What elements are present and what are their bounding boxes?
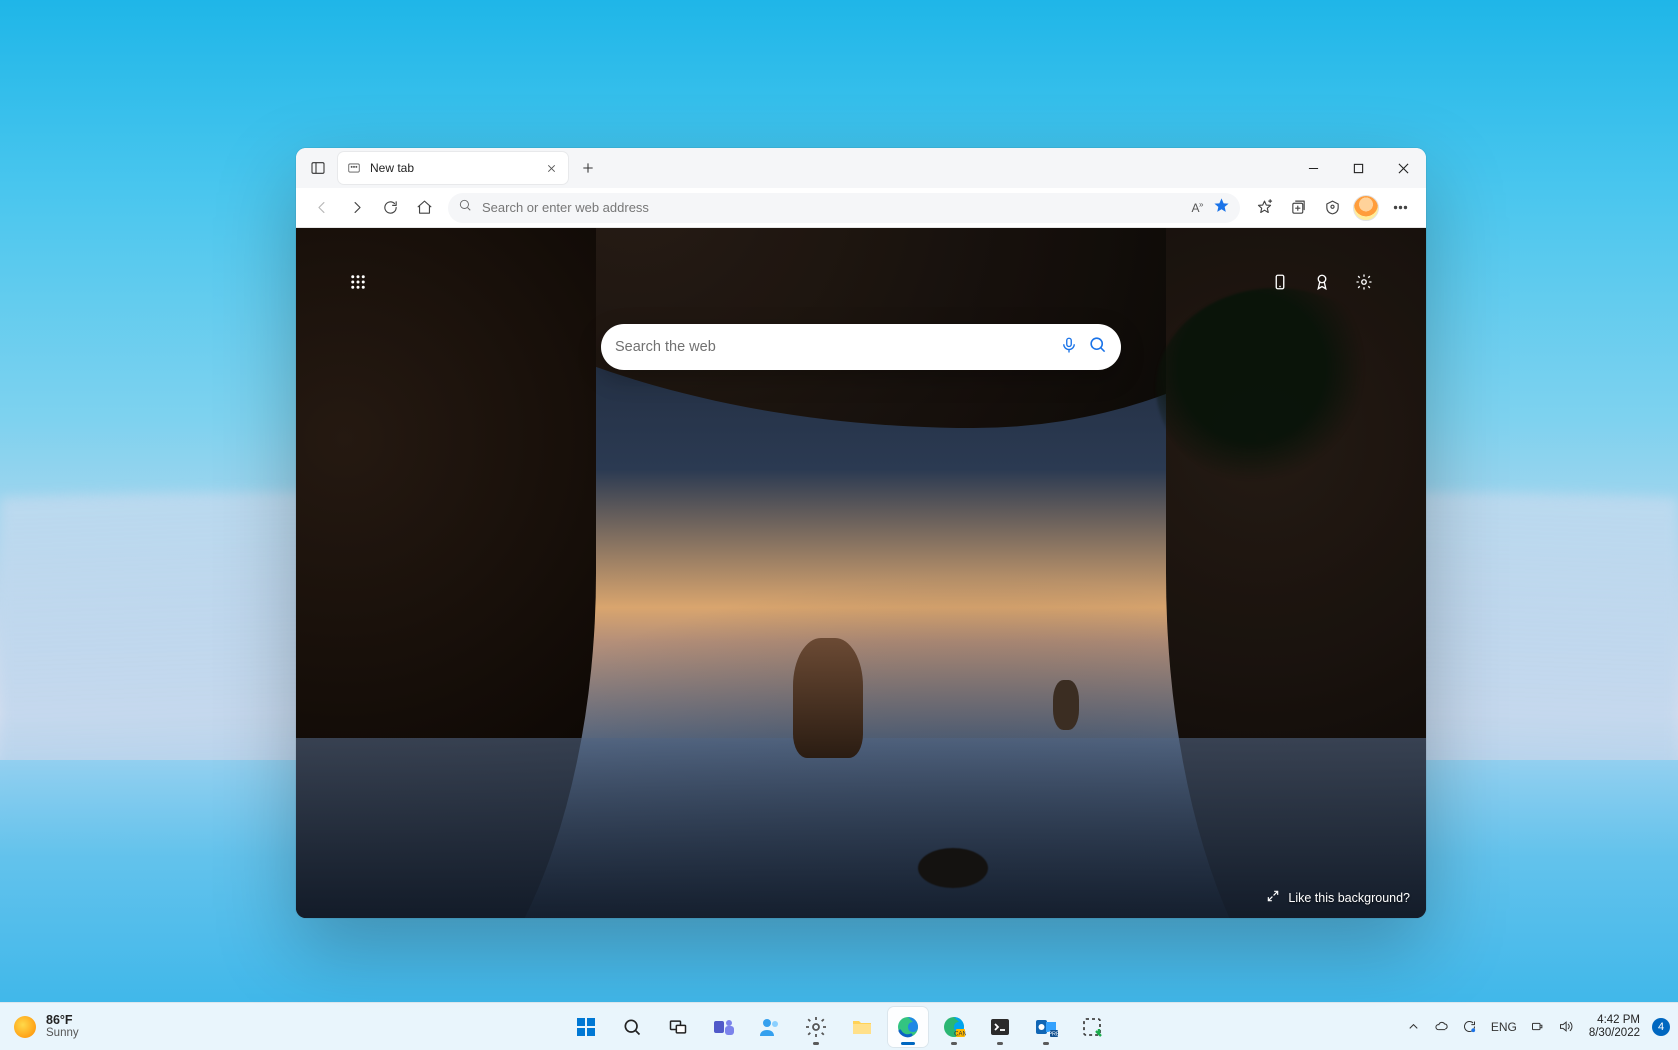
window-close-button[interactable] [1381,148,1426,188]
voice-search-button[interactable] [1060,336,1078,359]
search-submit-button[interactable] [1088,335,1107,359]
task-view-button[interactable] [658,1007,698,1047]
taskbar-tray: ENG 4:42 PM 8/30/2022 4 [1403,1014,1678,1038]
weather-cond: Sunny [46,1027,79,1039]
rock-center [793,638,863,758]
new-tab-page: Like this background? [296,228,1426,918]
rock-foreground [918,848,988,888]
tray-date: 8/30/2022 [1589,1027,1640,1039]
read-aloud-button[interactable]: A» [1192,200,1203,215]
like-background-label: Like this background? [1288,891,1410,905]
svg-text:PRE: PRE [1048,1031,1058,1037]
tray-time: 4:42 PM [1597,1014,1640,1026]
titlebar[interactable]: New tab [296,148,1426,188]
taskbar-center: CAN PRE [566,1007,1112,1047]
search-icon [458,198,472,217]
rewards-icon[interactable] [1308,268,1336,296]
rock-small [1053,680,1079,730]
start-button[interactable] [566,1007,606,1047]
tray-chevron-up-icon[interactable] [1403,1016,1425,1038]
address-bar[interactable]: A» [448,193,1240,223]
taskbar[interactable]: 86°F Sunny [0,1002,1678,1050]
mobile-icon[interactable] [1266,268,1294,296]
avatar-icon [1353,195,1379,221]
taskbar-app-people[interactable] [750,1007,790,1047]
taskbar-app-outlook[interactable]: PRE [1026,1007,1066,1047]
collections-button[interactable] [1282,192,1314,224]
taskbar-weather-widget[interactable]: 86°F Sunny [0,1014,160,1039]
tab-favicon-icon [346,160,362,176]
page-settings-icon[interactable] [1350,268,1378,296]
back-button[interactable] [306,192,338,224]
favorites-button[interactable] [1248,192,1280,224]
window-minimize-button[interactable] [1291,148,1336,188]
sea [296,738,1426,918]
taskbar-app-explorer[interactable] [842,1007,882,1047]
new-tab-button[interactable] [574,154,602,182]
tray-notification-badge[interactable]: 4 [1652,1018,1670,1036]
window-maximize-button[interactable] [1336,148,1381,188]
svg-text:CAN: CAN [954,1031,966,1037]
address-input[interactable] [482,200,1182,215]
tab-new-tab[interactable]: New tab [338,152,568,184]
running-indicator [813,1042,819,1045]
edge-window: New tab [296,148,1426,918]
refresh-button[interactable] [374,192,406,224]
running-indicator [997,1042,1003,1045]
home-button[interactable] [408,192,440,224]
tray-language[interactable]: ENG [1487,1020,1521,1034]
desktop: New tab [0,0,1678,1050]
taskbar-search-button[interactable] [612,1007,652,1047]
weather-temp: 86°F [46,1014,79,1027]
taskbar-app-teams[interactable] [704,1007,744,1047]
tab-title: New tab [370,161,414,175]
tray-network-icon[interactable] [1527,1016,1549,1038]
ntp-search-box[interactable] [601,324,1121,370]
tab-close-button[interactable] [542,159,560,177]
running-indicator [1043,1042,1049,1045]
taskbar-app-edge[interactable] [888,1007,928,1047]
tray-volume-icon[interactable] [1555,1016,1577,1038]
forward-button[interactable] [340,192,372,224]
running-indicator [901,1042,915,1045]
running-indicator [951,1042,957,1045]
settings-and-more-button[interactable] [1384,192,1416,224]
like-background-link[interactable]: Like this background? [1266,889,1410,906]
tray-windows-update-icon[interactable] [1459,1016,1481,1038]
browser-essentials-button[interactable] [1316,192,1348,224]
sun-icon [14,1016,36,1038]
expand-icon [1266,889,1280,906]
taskbar-app-snipping[interactable] [1072,1007,1112,1047]
ntp-search-input[interactable] [615,339,1050,355]
taskbar-app-terminal[interactable] [980,1007,1020,1047]
taskbar-app-settings[interactable] [796,1007,836,1047]
tray-onedrive-icon[interactable] [1431,1016,1453,1038]
profile-button[interactable] [1350,192,1382,224]
favorite-star-icon[interactable] [1213,197,1230,219]
nav-toolbar: A» [296,188,1426,228]
app-launcher-button[interactable] [344,268,372,296]
tab-actions-button[interactable] [304,154,332,182]
ntp-topbar [296,228,1426,324]
tray-clock[interactable]: 4:42 PM 8/30/2022 [1583,1014,1646,1038]
taskbar-app-edge-canary[interactable]: CAN [934,1007,974,1047]
